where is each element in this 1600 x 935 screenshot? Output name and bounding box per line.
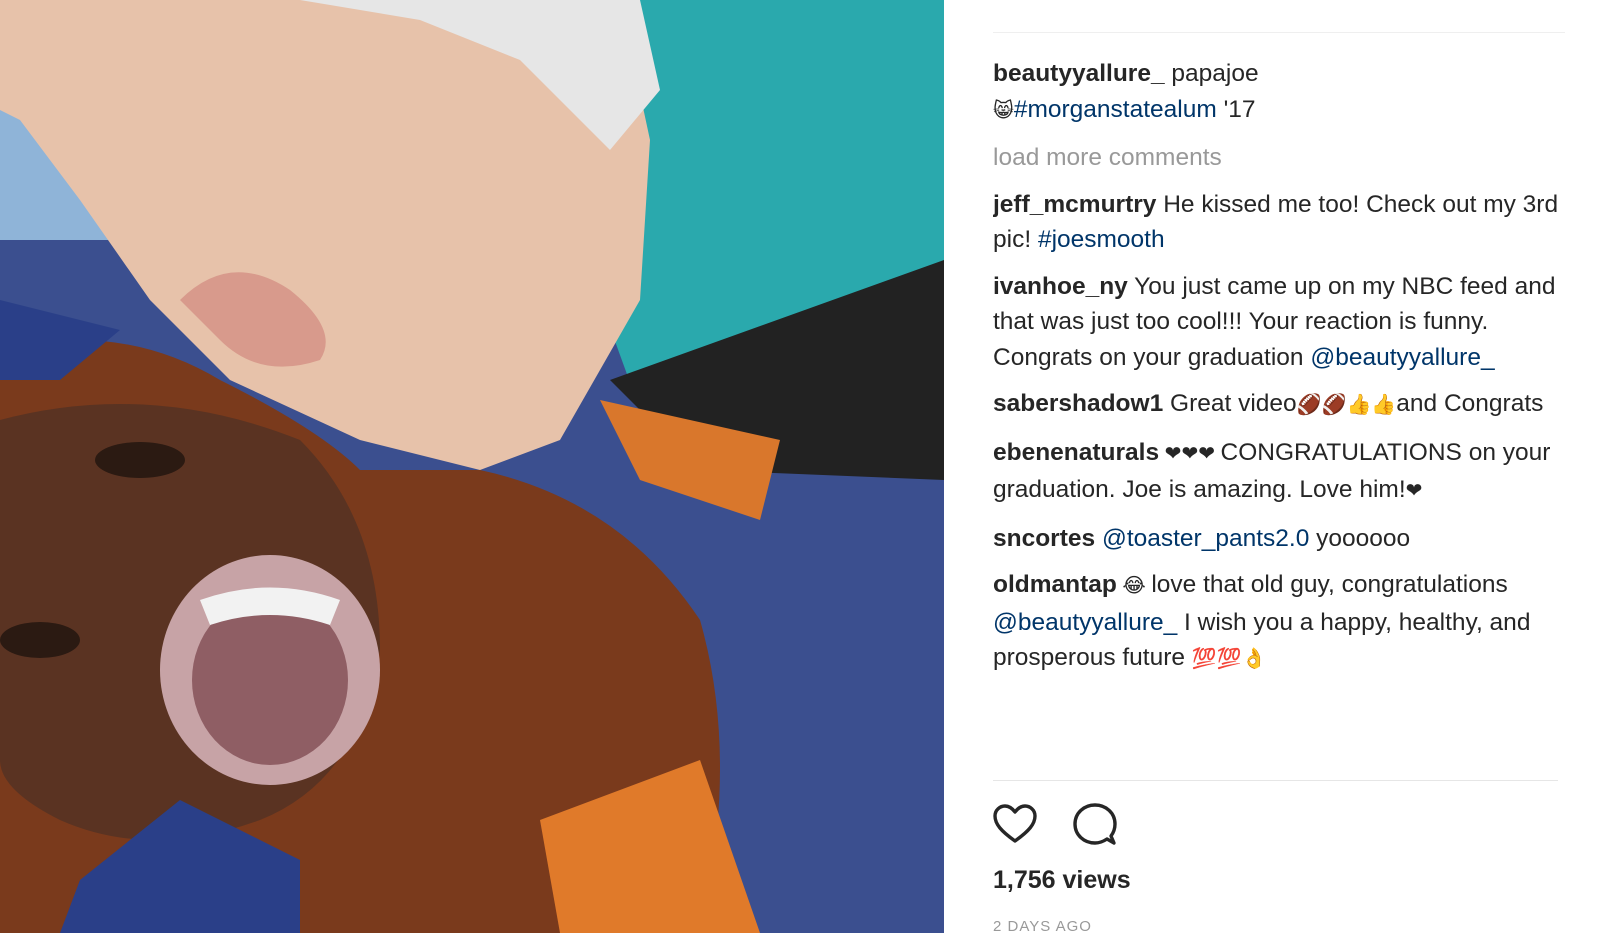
comment-username[interactable]: jeff_mcmurtry <box>993 191 1156 218</box>
comment-item: ivanhoe_ny You just came up on my NBC fe… <box>993 269 1563 376</box>
comment-mention[interactable]: @toaster_pants2.0 <box>1095 525 1309 552</box>
comment-username[interactable]: sncortes <box>993 525 1095 552</box>
comment-username[interactable]: oldmantap <box>993 571 1117 598</box>
load-more-comments-link[interactable]: load more comments <box>993 140 1563 176</box>
comment-bubble-icon[interactable] <box>1071 800 1119 848</box>
comment-text-2: and Congrats <box>1396 390 1544 417</box>
comment-emojis-2: 💯💯👌 <box>1191 648 1267 670</box>
caption-username[interactable]: beautyyallure_ <box>993 60 1165 87</box>
comment-emojis: ❤❤❤ <box>1159 442 1221 465</box>
comment-item: ebenenaturals ❤❤❤ CONGRATULATIONS on you… <box>993 435 1563 510</box>
caption: beautyyallure_ papajoe 😸#morganstatealum… <box>993 56 1563 129</box>
view-count[interactable]: 1,756 views <box>993 866 1131 895</box>
comment-username[interactable]: ebenenaturals <box>993 439 1159 466</box>
post-timestamp: 2 DAYS AGO <box>993 918 1092 935</box>
comment-text: yoooooo <box>1309 524 1411 552</box>
caption-suffix: '17 <box>1216 95 1256 123</box>
comment-username[interactable]: sabershadow1 <box>993 390 1163 417</box>
top-divider <box>993 32 1565 33</box>
photo-illustration <box>0 0 944 933</box>
caption-hashtag[interactable]: #morganstatealum <box>1014 96 1217 123</box>
comments-list[interactable]: beautyyallure_ papajoe 😸#morganstatealum… <box>993 56 1563 770</box>
comment-username[interactable]: ivanhoe_ny <box>993 273 1128 300</box>
comment-text: Great video <box>1163 390 1297 417</box>
comment-item: sncortes @toaster_pants2.0 yoooooo <box>993 521 1563 557</box>
comment-item: sabershadow1 Great video🏈🏈👍👍and Congrats <box>993 386 1563 424</box>
heart-icon[interactable] <box>991 800 1039 848</box>
comment-emojis: 🏈🏈👍👍 <box>1296 394 1397 416</box>
comment-mention[interactable]: @beautyyallure_ <box>993 609 1177 636</box>
comment-hashtag[interactable]: #joesmooth <box>1038 226 1165 253</box>
post-photo[interactable] <box>0 0 944 933</box>
comments-fade <box>993 752 1563 780</box>
comment-item: jeff_mcmurtry He kissed me too! Check ou… <box>993 187 1563 258</box>
caption-emoji: 😸 <box>993 99 1014 122</box>
divider <box>993 780 1558 781</box>
comment-emojis: 😂 <box>1116 575 1152 597</box>
comment-emojis-2: ❤ <box>1405 480 1423 502</box>
comment-item: oldmantap 😂 love that old guy, congratul… <box>993 567 1563 678</box>
comment-text: love that old guy, congratulations <box>1151 571 1508 598</box>
comment-mention[interactable]: @beautyyallure_ <box>1310 344 1494 371</box>
comments-panel: beautyyallure_ papajoe 😸#morganstatealum… <box>944 0 1600 935</box>
caption-text: papajoe <box>1171 60 1259 87</box>
action-bar <box>991 800 1119 848</box>
instagram-post: beautyyallure_ papajoe 😸#morganstatealum… <box>0 0 1600 935</box>
